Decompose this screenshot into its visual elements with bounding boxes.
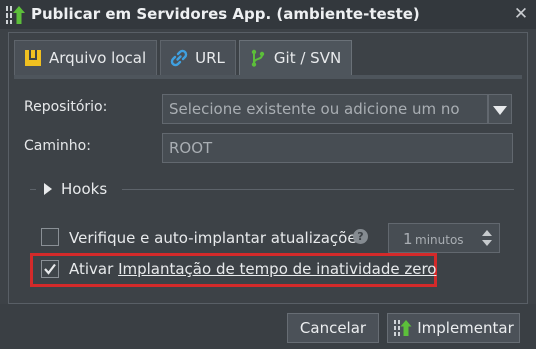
interval-value: 1 [403, 230, 413, 248]
tab-label: Arquivo local [49, 49, 147, 67]
repository-label: Repositório: [24, 99, 108, 115]
hooks-expander[interactable]: Hooks [44, 180, 107, 198]
tab-label: URL [195, 49, 225, 67]
interval-unit: minutos [415, 233, 464, 247]
tab-local-archive[interactable]: Arquivo local [14, 40, 158, 75]
zero-downtime-prefix: Ativar [69, 260, 119, 278]
cancel-label: Cancelar [299, 319, 367, 337]
interval-stepper[interactable]: 1 minutos [388, 223, 500, 253]
tab-label: Git / SVN [273, 49, 342, 67]
auto-update-checkbox[interactable] [41, 228, 59, 246]
checkmark-icon [44, 263, 56, 275]
deploy-icon [393, 319, 413, 337]
path-label: Caminho: [24, 138, 91, 154]
hooks-divider [122, 189, 514, 190]
deploy-label: Implementar [417, 319, 514, 337]
expand-arrow-icon [44, 183, 52, 195]
deploy-source-tabs: Arquivo local URL Git / SVN [14, 40, 355, 75]
close-icon[interactable]: ✕ [512, 5, 530, 23]
hooks-label: Hooks [61, 180, 108, 198]
path-input[interactable]: ROOT [162, 133, 513, 163]
deploy-icon [5, 5, 27, 25]
link-icon [170, 49, 188, 67]
help-icon[interactable]: ? [353, 229, 368, 244]
zero-downtime-checkbox[interactable] [41, 260, 59, 278]
chevron-down-icon [493, 100, 507, 119]
tab-url[interactable]: URL [160, 40, 236, 75]
deploy-button[interactable]: Implementar [387, 313, 520, 343]
hooks-divider [30, 189, 36, 190]
cancel-button[interactable]: Cancelar [287, 313, 379, 343]
spinner-arrows-icon[interactable] [481, 229, 493, 247]
archive-icon [24, 49, 42, 67]
tab-git-svn[interactable]: Git / SVN [238, 40, 353, 75]
dialog-title: Publicar em Servidores App. (ambiente-te… [31, 5, 420, 23]
zero-downtime-label: Ativar Implantação de tempo de inativida… [69, 260, 436, 278]
repository-select[interactable]: Selecione existente ou adicione um no [162, 94, 488, 124]
zero-downtime-link[interactable]: Implantação de tempo de inatividade zero [118, 260, 436, 278]
dialog-titlebar: Publicar em Servidores App. (ambiente-te… [0, 0, 536, 29]
tab-underline [14, 75, 522, 79]
auto-update-label: Verifique e auto-implantar atualizações [69, 229, 365, 247]
git-branch-icon [249, 49, 267, 67]
repository-dropdown-button[interactable] [488, 94, 512, 124]
